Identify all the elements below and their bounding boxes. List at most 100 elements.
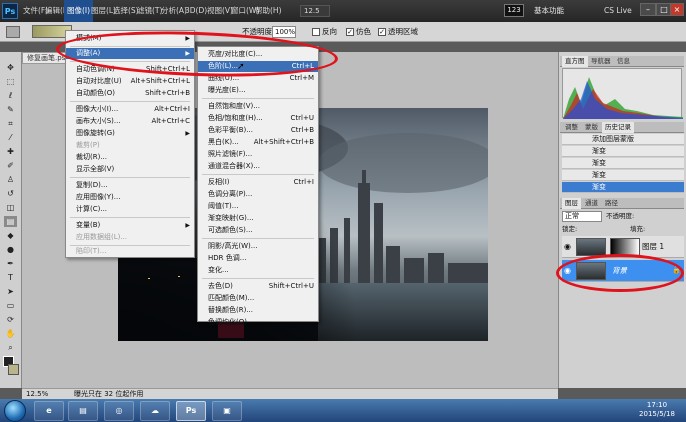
clone-stamp-tool-icon[interactable]: ♙	[4, 174, 17, 185]
menu-item-trim[interactable]: 裁切(R)...	[66, 152, 194, 163]
tab-info[interactable]: 信息	[614, 56, 633, 67]
history-panel-tabs: 调整 蒙版 历史记录	[560, 122, 684, 133]
gradient-tool-icon[interactable]: ▤	[4, 216, 17, 227]
zoom-tool-icon[interactable]: ⌕	[4, 342, 17, 353]
menu-item-hue-saturation[interactable]: 色相/饱和度(H)... Ctrl+U	[198, 113, 318, 124]
crop-tool-icon[interactable]: ⌗	[4, 118, 17, 129]
tab-adjustments[interactable]: 调整	[562, 122, 581, 133]
close-icon[interactable]: ×	[670, 3, 684, 16]
annotation-circle-layer	[556, 254, 684, 292]
system-clock[interactable]: 17:10 2015/5/18	[632, 401, 682, 419]
dither-checkbox[interactable]: ✓	[346, 28, 354, 36]
menu-item-shadows-highlights[interactable]: 阴影/高光(W)...	[198, 241, 318, 252]
menu-item-desaturate[interactable]: 去色(D) Shift+Ctrl+U	[198, 281, 318, 292]
menu-item-replace-color[interactable]: 替换颜色(R)...	[198, 305, 318, 316]
menu-item-variables[interactable]: 变量(B) ▶	[66, 220, 194, 231]
menu-item-gradient-map[interactable]: 渐变映射(G)...	[198, 213, 318, 224]
pen-tool-icon[interactable]: ✒	[4, 258, 17, 269]
menu-item-duplicate[interactable]: 复制(D)...	[66, 180, 194, 191]
menu-item-apply-data-set[interactable]: 应用数据组(L)...	[66, 232, 194, 243]
menu-item-selective-color[interactable]: 可选颜色(S)...	[198, 225, 318, 236]
menu-item-channel-mixer[interactable]: 通道混合器(X)...	[198, 161, 318, 172]
ie-icon[interactable]: e	[34, 401, 64, 421]
fill-label: 填充:	[630, 225, 646, 233]
tab-histogram[interactable]: 直方图	[562, 56, 588, 67]
workspace-number-badge[interactable]: 123	[504, 4, 524, 17]
cs-live-button[interactable]: CS Live	[604, 0, 632, 22]
menu-item-apply-image[interactable]: 应用图像(Y)...	[66, 192, 194, 203]
eye-icon[interactable]: ◉	[564, 242, 571, 251]
background-color-swatch[interactable]	[8, 364, 19, 375]
menu-item-color-balance[interactable]: 色彩平衡(B)... Ctrl+B	[198, 125, 318, 136]
clock-date: 2015/5/18	[639, 410, 675, 418]
gradient-tool-icon[interactable]	[6, 26, 20, 38]
history-item[interactable]: 添加图层蒙版	[562, 134, 684, 145]
menu-item-auto-color[interactable]: 自动颜色(O) Shift+Ctrl+B	[66, 88, 194, 99]
start-button-icon[interactable]	[4, 400, 26, 422]
dither-label: 仿色	[356, 27, 371, 36]
menu-item-photo-filter[interactable]: 照片滤镜(F)...	[198, 149, 318, 160]
healing-brush-tool-icon[interactable]: ✚	[4, 146, 17, 157]
transparency-checkbox[interactable]: ✓	[378, 28, 386, 36]
tab-channels[interactable]: 通道	[582, 198, 601, 209]
menu-item-auto-contrast[interactable]: 自动对比度(U) Alt+Shift+Ctrl+L	[66, 76, 194, 87]
workspace-switcher[interactable]: 基本功能	[534, 0, 564, 22]
history-item[interactable]: 渐变	[562, 158, 684, 169]
shape-tool-icon[interactable]: ▭	[4, 300, 17, 311]
tab-navigator[interactable]: 导航器	[588, 56, 614, 67]
folder-icon[interactable]: ▤	[68, 401, 98, 421]
marquee-tool-icon[interactable]: ⬚	[4, 76, 17, 87]
path-select-tool-icon[interactable]: ➤	[4, 286, 17, 297]
menu-item-image-size[interactable]: 图像大小(I)... Alt+Ctrl+I	[66, 104, 194, 115]
menu-item-calculations[interactable]: 计算(C)...	[66, 204, 194, 215]
menu-item-variations[interactable]: 变化...	[198, 265, 318, 276]
menu-item-equalize[interactable]: 色调均化(Q)	[198, 317, 318, 326]
tab-layers[interactable]: 图层	[562, 198, 581, 209]
menu-item-canvas-size[interactable]: 画布大小(S)... Alt+Ctrl+C	[66, 116, 194, 127]
menu-item-invert[interactable]: 反相(I) Ctrl+I	[198, 177, 318, 188]
eraser-tool-icon[interactable]: ◫	[4, 202, 17, 213]
minimize-icon[interactable]: –	[640, 3, 656, 16]
histogram-panel-tabs: 直方图 导航器 信息	[560, 56, 684, 67]
histogram-graph	[563, 77, 683, 119]
search-app-icon[interactable]: ◎	[104, 401, 134, 421]
history-item-selected[interactable]: 渐变	[562, 182, 684, 193]
menu-item-posterize[interactable]: 色调分离(P)...	[198, 189, 318, 200]
tab-masks[interactable]: 蒙版	[582, 122, 601, 133]
menu-help[interactable]: 帮助(H)	[252, 0, 285, 22]
cloud-app-icon[interactable]: ☁	[140, 401, 170, 421]
quick-select-tool-icon[interactable]: ✎	[4, 104, 17, 115]
dodge-tool-icon[interactable]: ●	[4, 244, 17, 255]
menu-item-threshold[interactable]: 阈值(T)...	[198, 201, 318, 212]
history-brush-tool-icon[interactable]: ↺	[4, 188, 17, 199]
photoshop-taskbar-icon[interactable]: Ps	[176, 401, 206, 421]
move-tool-icon[interactable]: ✥	[4, 62, 17, 73]
transparency-label: 透明区域	[388, 27, 418, 36]
eyedropper-tool-icon[interactable]: ⁄	[4, 132, 17, 143]
blur-tool-icon[interactable]: ◆	[4, 230, 17, 241]
menu-item-match-color[interactable]: 匹配颜色(M)...	[198, 293, 318, 304]
zoom-level-field[interactable]: 12.5	[300, 5, 330, 17]
brush-tool-icon[interactable]: ✐	[4, 160, 17, 171]
menu-item-hdr-toning[interactable]: HDR 色调...	[198, 253, 318, 264]
menu-item-crop[interactable]: 裁剪(P)	[66, 140, 194, 151]
explorer-icon[interactable]: ▣	[212, 401, 242, 421]
lasso-tool-icon[interactable]: ℓ	[4, 90, 17, 101]
menu-item-image-rotation[interactable]: 图像旋转(G) ▶	[66, 128, 194, 139]
type-tool-icon[interactable]: T	[4, 272, 17, 283]
zoom-percentage[interactable]: 12.5%	[26, 389, 48, 399]
menu-item-trap[interactable]: 陷印(T)...	[66, 246, 194, 257]
menu-item-vibrance[interactable]: 自然饱和度(V)...	[198, 101, 318, 112]
history-item[interactable]: 渐变	[562, 146, 684, 157]
menu-item-reveal-all[interactable]: 显示全部(V)	[66, 164, 194, 175]
3d-rotate-tool-icon[interactable]: ⟳	[4, 314, 17, 325]
blend-mode-select[interactable]: 正常	[562, 211, 602, 222]
tab-paths[interactable]: 路径	[602, 198, 621, 209]
opacity-input[interactable]: 100%	[272, 26, 296, 38]
history-item[interactable]: 渐变	[562, 170, 684, 181]
tab-history[interactable]: 历史记录	[602, 122, 634, 133]
hand-tool-icon[interactable]: ✋	[4, 328, 17, 339]
menu-item-exposure[interactable]: 曝光度(E)...	[198, 85, 318, 96]
menu-item-black-white[interactable]: 黑白(K)... Alt+Shift+Ctrl+B	[198, 137, 318, 148]
reverse-checkbox[interactable]	[312, 28, 320, 36]
